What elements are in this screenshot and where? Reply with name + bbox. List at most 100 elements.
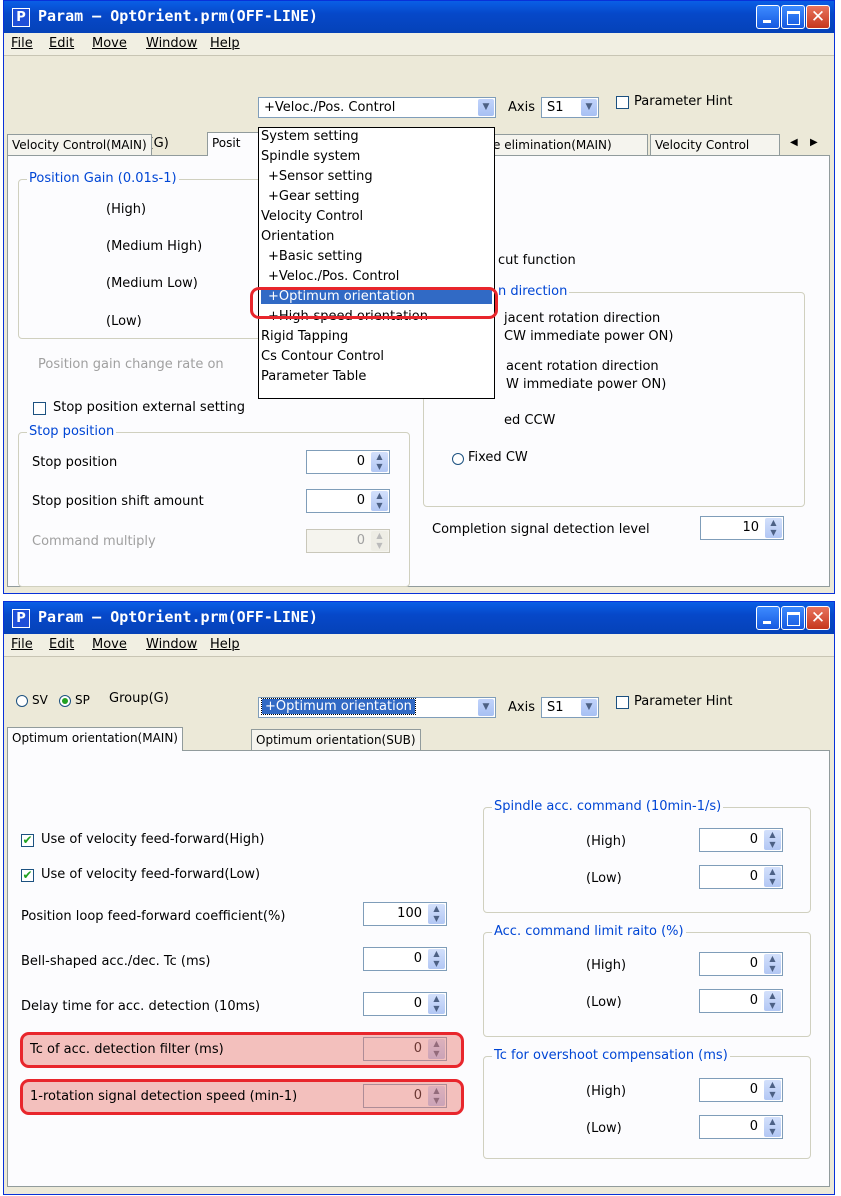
spin-arrows-icon[interactable]: ▲ ▼ — [371, 491, 388, 511]
ff-high-label: Use of velocity feed-forward(High) — [41, 832, 265, 847]
spin-arrows-icon[interactable]: ▲ ▼ — [765, 518, 782, 538]
axis-select[interactable]: S1 ▼ — [541, 697, 599, 718]
dropdown-item[interactable]: Spindle system — [261, 149, 360, 164]
dropdown-item[interactable]: Rigid Tapping — [261, 329, 348, 344]
spin-arrows-icon[interactable]: ▲ ▼ — [428, 904, 445, 924]
chevron-down-icon[interactable]: ▼ — [478, 99, 494, 116]
dropdown-item[interactable]: Velocity Control — [261, 209, 363, 224]
acc-limit-low-label: (Low) — [586, 995, 622, 1010]
minimize-button[interactable] — [756, 606, 780, 630]
position-gain-title: Position Gain (0.01s-1) — [27, 171, 179, 186]
acc-limit-high-input[interactable]: 0 ▲ ▼ — [699, 952, 783, 976]
stop-shift-label: Stop position shift amount — [32, 494, 204, 509]
bell-shaped-tc-input[interactable]: 0 ▲ ▼ — [363, 947, 447, 971]
menu-file[interactable]: File — [11, 36, 33, 51]
spin-arrows-icon[interactable]: ▲ ▼ — [764, 991, 781, 1011]
spin-arrows-icon[interactable]: ▲ ▼ — [764, 1080, 781, 1100]
group-dropdown-list[interactable]: System setting Spindle system +Sensor se… — [258, 127, 495, 399]
fixed-cw-radio[interactable] — [452, 453, 464, 465]
spindle-acc-high-input[interactable]: 0 ▲ ▼ — [699, 828, 783, 852]
spindle-acc-group: Spindle acc. command (10min-1/s) (High) … — [483, 799, 811, 913]
dir-option1-line2: CW immediate power ON) — [504, 329, 674, 344]
maximize-button[interactable] — [781, 5, 805, 29]
spin-arrows-icon[interactable]: ▲ ▼ — [764, 830, 781, 850]
dropdown-item[interactable]: +Veloc./Pos. Control — [268, 269, 399, 284]
overshoot-low-input[interactable]: 0 ▲ ▼ — [699, 1115, 783, 1139]
parameter-hint-checkbox[interactable] — [616, 696, 629, 709]
group-select[interactable]: +Veloc./Pos. Control ▼ — [258, 97, 496, 118]
spin-arrows-icon[interactable]: ▲ ▼ — [764, 1117, 781, 1137]
completion-level-input[interactable]: 10 ▲ ▼ — [700, 516, 784, 540]
menu-window[interactable]: Window — [146, 637, 197, 652]
group-select[interactable]: +Optimum orientation ▼ — [258, 697, 496, 718]
spin-arrows-icon[interactable]: ▲ ▼ — [428, 994, 445, 1014]
tab-optimum-orientation-main[interactable]: Optimum orientation(MAIN) — [7, 727, 183, 751]
dropdown-item[interactable]: +Basic setting — [268, 249, 363, 264]
spin-arrows-icon[interactable]: ▲ ▼ — [764, 867, 781, 887]
window-title: Param – OptOrient.prm(OFF-LINE) — [38, 608, 318, 626]
group-select-value: +Veloc./Pos. Control — [264, 100, 396, 115]
title-bar[interactable]: P Param – OptOrient.prm(OFF-LINE) ✕ — [4, 602, 834, 634]
spin-arrows-icon[interactable]: ▲ ▼ — [764, 954, 781, 974]
tab-scroll-right-icon[interactable]: ▶ — [810, 137, 818, 148]
group-select-value: +Optimum orientation — [261, 698, 416, 715]
menu-help[interactable]: Help — [210, 637, 240, 652]
chevron-down-icon[interactable]: ▼ — [478, 699, 494, 716]
sv-label: SV — [32, 693, 48, 707]
chevron-down-icon[interactable]: ▼ — [581, 99, 597, 116]
dropdown-item[interactable]: Parameter Table — [261, 369, 366, 384]
ff-low-checkbox[interactable]: ✔ — [21, 869, 34, 882]
tab-optimum-orientation-sub[interactable]: Optimum orientation(SUB) — [251, 729, 421, 751]
ff-coefficient-label: Position loop feed-forward coefficient(%… — [21, 909, 286, 924]
client-area: SV SP Group(G) +Veloc./Pos. Control ▼ Ax… — [4, 56, 834, 593]
tab-velocity-control[interactable]: Velocity Control — [650, 134, 780, 156]
menu-file[interactable]: File — [11, 637, 33, 652]
ff-coefficient-input[interactable]: 100 ▲ ▼ — [363, 902, 447, 926]
stop-position-group-title: Stop position — [27, 424, 117, 439]
dropdown-item[interactable]: Cs Contour Control — [261, 349, 384, 364]
dropdown-item[interactable]: System setting — [261, 129, 359, 144]
overshoot-high-input[interactable]: 0 ▲ ▼ — [699, 1078, 783, 1102]
menu-move[interactable]: Move — [92, 36, 127, 51]
spin-arrows-icon[interactable]: ▲ ▼ — [371, 452, 388, 472]
tab-noise-elimination-main[interactable]: e elimination(MAIN) — [488, 134, 648, 156]
overshoot-group: Tc for overshoot compensation (ms) (High… — [483, 1048, 811, 1159]
acc-limit-low-input[interactable]: 0 ▲ ▼ — [699, 989, 783, 1013]
sv-radio[interactable] — [16, 695, 28, 707]
chevron-down-icon[interactable]: ▼ — [581, 699, 597, 716]
title-bar[interactable]: P Param – OptOrient.prm(OFF-LINE) ✕ — [4, 1, 834, 33]
stop-position-input[interactable]: 0 ▲ ▼ — [306, 450, 390, 474]
dropdown-item[interactable]: +Sensor setting — [268, 169, 373, 184]
dropdown-item[interactable]: Orientation — [261, 229, 334, 244]
spindle-acc-low-input[interactable]: 0 ▲ ▼ — [699, 865, 783, 889]
tab-scroll-left-icon[interactable]: ◀ — [790, 137, 798, 148]
menu-edit[interactable]: Edit — [49, 637, 74, 652]
dropdown-item[interactable]: +Gear setting — [268, 189, 359, 204]
maximize-button[interactable] — [781, 606, 805, 630]
tab-velocity-control-main[interactable]: Velocity Control(MAIN) — [7, 134, 152, 156]
menu-edit[interactable]: Edit — [49, 36, 74, 51]
dir-option1-line1: jacent rotation direction — [504, 311, 661, 326]
stop-shift-input[interactable]: 0 ▲ ▼ — [306, 489, 390, 513]
spin-arrows-icon[interactable]: ▲ ▼ — [428, 949, 445, 969]
fixed-ccw-label: ed CCW — [504, 413, 556, 428]
delay-time-input[interactable]: 0 ▲ ▼ — [363, 992, 447, 1016]
parameter-hint-checkbox[interactable] — [616, 96, 629, 109]
axis-label: Axis — [508, 700, 535, 715]
menu-window[interactable]: Window — [146, 36, 197, 51]
spindle-acc-high-label: (High) — [586, 834, 627, 849]
bell-shaped-tc-value: 0 — [413, 951, 422, 966]
menu-move[interactable]: Move — [92, 637, 127, 652]
gain-change-rate-label: Position gain change rate on — [38, 357, 224, 372]
stop-position-external-checkbox[interactable] — [33, 402, 46, 415]
close-button[interactable]: ✕ — [806, 5, 830, 29]
minimize-button[interactable] — [756, 5, 780, 29]
sp-radio[interactable] — [59, 695, 71, 707]
menu-help[interactable]: Help — [210, 36, 240, 51]
client-area: SV SP Group(G) +Optimum orientation ▼ Ax… — [4, 657, 834, 1194]
axis-select[interactable]: S1 ▼ — [541, 97, 599, 118]
acc-limit-low-value: 0 — [749, 993, 758, 1008]
close-button[interactable]: ✕ — [806, 606, 830, 630]
acc-limit-high-label: (High) — [586, 958, 627, 973]
ff-high-checkbox[interactable]: ✔ — [21, 834, 34, 847]
